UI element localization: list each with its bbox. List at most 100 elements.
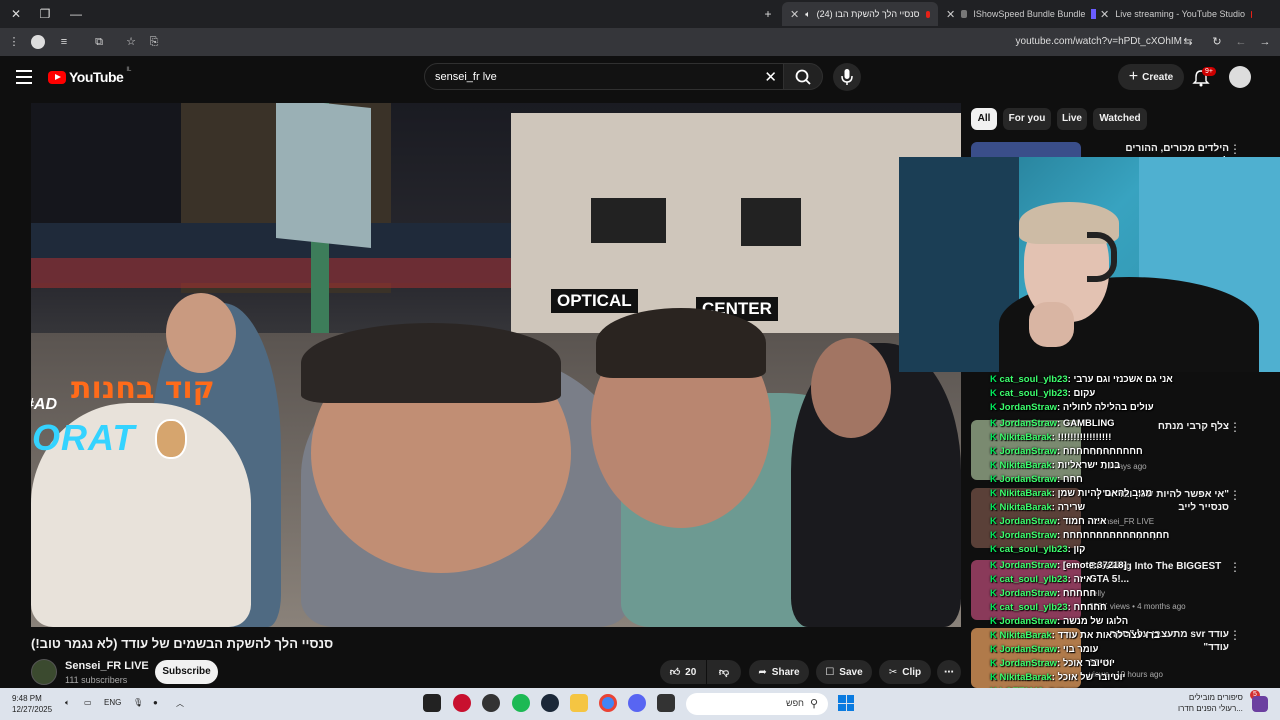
microphone-tray-icon[interactable]: 🎙︎ xyxy=(133,698,143,707)
recording-tray-icon[interactable]: ● xyxy=(153,698,158,707)
tab-current[interactable]: ✕ 🔈︎ (24) סנסיי הלך להשקת הבו xyxy=(782,2,938,26)
chat-message: K NikitaBarak: ברו עצר לראות את עודד xyxy=(990,630,1160,641)
reading-list-icon[interactable]: ≡ xyxy=(56,34,72,50)
neon-lights xyxy=(31,258,511,288)
extensions-icon[interactable]: ⧉ xyxy=(91,34,107,50)
share-button[interactable]: ➦ Share xyxy=(749,660,809,684)
profile-icon[interactable] xyxy=(31,35,45,49)
more-vertical-icon[interactable]: ⋮ xyxy=(1229,628,1241,642)
steam-icon[interactable] xyxy=(541,694,559,712)
hair xyxy=(301,323,561,403)
channel-name[interactable]: Sensei_FR LIVE xyxy=(65,660,149,672)
chat-username: JordanStraw xyxy=(999,418,1058,429)
more-vertical-icon[interactable]: ⋮ xyxy=(1229,560,1241,574)
clip-button[interactable]: ✂ Clip xyxy=(879,660,931,684)
search-input[interactable] xyxy=(435,68,755,86)
tab-close-icon[interactable]: ✕ xyxy=(1100,8,1109,21)
more-options-icon[interactable]: ⋮ xyxy=(6,34,22,50)
back-icon[interactable]: → xyxy=(1257,34,1273,50)
volume-icon[interactable]: 🔈︎ xyxy=(65,698,70,708)
kick-badge-icon: K xyxy=(990,672,1000,683)
chip-for-you[interactable]: For you xyxy=(1003,108,1051,130)
chip-watched[interactable]: Watched xyxy=(1093,108,1147,130)
bookmark-star-icon[interactable]: ☆ xyxy=(123,34,139,50)
new-tab-icon[interactable]: + xyxy=(760,6,776,22)
kick-badge-icon: K xyxy=(990,502,1000,513)
chip-all[interactable]: All xyxy=(971,108,997,130)
account-avatar[interactable] xyxy=(1229,66,1251,88)
chat-message: K JordanStraw: חחחחחחחחחחחחחחחח xyxy=(990,530,1170,541)
spotify-icon[interactable] xyxy=(512,694,530,712)
kick-badge-icon: K xyxy=(990,560,1000,571)
dislike-button[interactable]: 👎︎ xyxy=(707,660,741,684)
system-clock[interactable]: 9:48 PM 12/27/2025 xyxy=(12,693,52,715)
subscribe-button[interactable]: Subscribe xyxy=(155,660,218,684)
forward-icon[interactable]: ← xyxy=(1233,34,1249,50)
recording-app-icon[interactable] xyxy=(453,694,471,712)
tab-youtube-studio[interactable]: ✕ Live streaming - YouTube Studio xyxy=(1100,4,1252,24)
tab-ishowspeed[interactable]: ✕ IShowSpeed Bundle Bundle xyxy=(946,4,1096,24)
video-player[interactable]: OPTICAL CENTER קוד בחנות #AD PORAT xyxy=(31,103,961,627)
language-indicator[interactable]: ENG xyxy=(104,698,121,707)
taskbar-search[interactable]: חפש ⚲ xyxy=(686,693,828,715)
tab-close-icon[interactable]: ✕ xyxy=(790,8,799,21)
epic-games-icon[interactable] xyxy=(423,694,441,712)
chat-message: K NikitaBarak: יוטיובר של אוכל xyxy=(990,672,1126,683)
obs-icon[interactable] xyxy=(482,694,500,712)
search-box[interactable]: ✕ xyxy=(424,63,784,90)
chip-live[interactable]: Live xyxy=(1057,108,1087,130)
create-button[interactable]: + Create xyxy=(1118,64,1184,90)
chat-message: K JordanStraw: חחח xyxy=(990,474,1083,485)
tab-close-icon[interactable]: ✕ xyxy=(946,8,955,21)
restore-window-icon[interactable]: ❐ xyxy=(37,6,53,22)
youtube-header: YouTube IL ✕ + Create xyxy=(0,56,1280,100)
url-field[interactable]: youtube.com/watch?v=hPDt_cXOhIM xyxy=(1016,36,1182,47)
like-button[interactable]: 👍︎ 20 xyxy=(660,660,706,684)
chat-username: NikitaBarak xyxy=(999,460,1052,471)
tab-label: IShowSpeed Bundle Bundle xyxy=(973,9,1086,19)
thumbs-up-icon: 👍︎ xyxy=(669,667,681,678)
more-vertical-icon[interactable]: ⋮ xyxy=(1229,142,1241,156)
chat-text: [emote:37218] xyxy=(1062,560,1127,571)
more-actions-button[interactable]: ⋯ xyxy=(937,660,961,684)
youtube-logo[interactable]: YouTube IL xyxy=(48,67,131,85)
news-widget-icon[interactable] xyxy=(1252,696,1268,712)
more-vertical-icon[interactable]: ⋮ xyxy=(1229,488,1241,502)
kick-badge-icon: K xyxy=(990,446,1000,457)
file-explorer-icon[interactable] xyxy=(570,694,588,712)
chat-text: מגיב להאם להיות שמן xyxy=(1057,488,1153,499)
chat-text: הלוגו של מנשה xyxy=(1062,616,1129,627)
chat-message: K JordanStraw: יוטיובר אוכל xyxy=(990,658,1115,669)
news-widget[interactable]: סיפורים מובילים רעולי הפנים חדרו... xyxy=(1178,692,1243,714)
terminal-icon[interactable] xyxy=(657,694,675,712)
channel-avatar[interactable] xyxy=(31,659,57,685)
search-button[interactable] xyxy=(783,63,823,90)
discord-icon[interactable] xyxy=(628,694,646,712)
more-vertical-icon[interactable]: ⋮ xyxy=(1229,420,1241,434)
hamburger-menu-icon[interactable] xyxy=(16,70,32,84)
share-label: Share xyxy=(771,666,800,678)
taskbar-search-placeholder: חפש xyxy=(786,698,804,708)
network-icon[interactable]: ▭ xyxy=(84,698,92,707)
share-page-icon[interactable]: ⎘ xyxy=(146,34,162,50)
tab-label: Live streaming - YouTube Studio xyxy=(1115,9,1245,19)
chat-username: JordanStraw xyxy=(999,402,1058,413)
site-settings-icon[interactable]: ⇆ xyxy=(1180,34,1196,50)
chat-message: K NikitaBarak: מגיב להאם להיות שמן xyxy=(990,488,1153,499)
kick-badge-icon: K xyxy=(990,474,1000,485)
chat-username: JordanStraw xyxy=(999,658,1058,669)
news-headline: סיפורים מובילים xyxy=(1188,693,1243,702)
kick-badge-icon: K xyxy=(990,658,1000,669)
kick-badge-icon: K xyxy=(990,630,1000,641)
minimize-window-icon[interactable]: — xyxy=(68,6,84,22)
chat-text: שרירה xyxy=(1057,502,1086,513)
chrome-icon[interactable] xyxy=(599,694,617,712)
chat-username: JordanStraw xyxy=(999,616,1058,627)
show-hidden-icons-icon[interactable]: ︿ xyxy=(176,698,184,709)
windows-start-icon[interactable] xyxy=(838,695,854,711)
close-window-icon[interactable]: ✕ xyxy=(8,6,24,22)
reload-icon[interactable]: ↻ xyxy=(1209,34,1225,50)
save-button[interactable]: ☐ Save xyxy=(816,660,872,684)
clear-search-icon[interactable]: ✕ xyxy=(764,68,777,86)
voice-search-button[interactable] xyxy=(833,63,861,91)
